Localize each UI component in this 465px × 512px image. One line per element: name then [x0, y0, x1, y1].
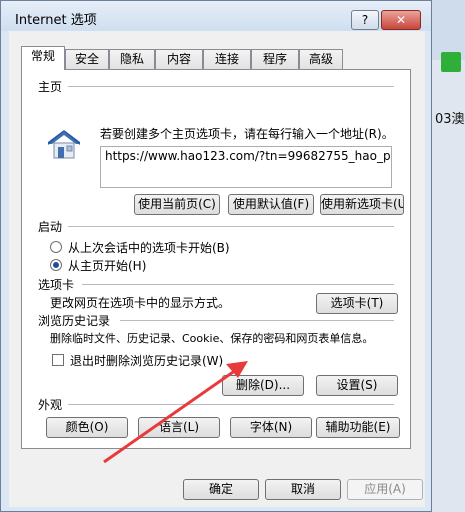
tabs-section-rule	[82, 284, 394, 285]
home-page-title: 主页	[38, 80, 63, 94]
dialog-title: Internet 选项	[15, 13, 97, 28]
tab-security[interactable]: 安全	[65, 49, 109, 69]
tab-general[interactable]: 常规	[21, 46, 65, 70]
tab-privacy[interactable]: 隐私	[109, 49, 155, 69]
background-window: 03澳	[429, 0, 465, 512]
use-current-button[interactable]: 使用当前页(C)	[134, 194, 220, 215]
home-page-instruction: 若要创建多个主页选项卡，请在每行输入一个地址(R)。	[100, 127, 394, 141]
cancel-button[interactable]: 取消	[265, 479, 341, 500]
fonts-button[interactable]: 字体(N)	[230, 417, 312, 438]
history-description: 删除临时文件、历史记录、Cookie、保存的密码和网页表单信息。	[50, 332, 374, 345]
apply-button[interactable]: 应用(A)	[347, 479, 423, 500]
appearance-title: 外观	[38, 398, 63, 412]
colors-button[interactable]: 颜色(O)	[46, 417, 128, 438]
close-button[interactable]: ✕	[381, 10, 421, 30]
tab-advanced[interactable]: 高级	[299, 49, 343, 69]
radio-last-session[interactable]	[50, 241, 62, 253]
ok-button[interactable]: 确定	[183, 479, 259, 500]
tab-programs[interactable]: 程序	[251, 49, 299, 69]
tabs-settings-button[interactable]: 选项卡(T)	[316, 293, 398, 314]
title-bar[interactable]: Internet 选项 ? ✕	[1, 1, 431, 31]
radio-last-session-label[interactable]: 从上次会话中的选项卡开始(B)	[68, 239, 230, 256]
dialog-client: 常规 安全 隐私 内容 连接 程序 高级 主页 若要创建多个主页选项卡，请在每行…	[9, 31, 425, 507]
background-text: 03澳	[435, 112, 465, 127]
help-button[interactable]: ?	[351, 10, 379, 30]
languages-button[interactable]: 语言(L)	[138, 417, 220, 438]
tabs-section-title: 选项卡	[38, 278, 75, 292]
tabs-section-description: 更改网页在选项卡中的显示方式。	[50, 296, 231, 310]
delete-history-button[interactable]: 删除(D)...	[222, 375, 304, 396]
history-rule	[120, 320, 394, 321]
home-page-rule	[68, 86, 394, 87]
history-settings-button[interactable]: 设置(S)	[316, 375, 398, 396]
background-green-icon	[441, 52, 461, 72]
startup-title: 启动	[38, 220, 63, 234]
tab-connections[interactable]: 连接	[203, 49, 251, 69]
delete-on-exit-checkbox[interactable]	[52, 354, 64, 366]
startup-rule	[68, 226, 394, 227]
delete-on-exit-label[interactable]: 退出时删除浏览历史记录(W)	[70, 352, 223, 369]
internet-options-dialog: Internet 选项 ? ✕ 常规 安全 隐私 内容 连接 程序 高级 主页	[0, 0, 432, 512]
radio-home-page[interactable]	[50, 259, 62, 271]
appearance-rule	[68, 404, 394, 405]
general-tab-panel: 主页 若要创建多个主页选项卡，请在每行输入一个地址(R)。 https://ww…	[21, 69, 411, 449]
use-new-tab-button[interactable]: 使用新选项卡(U)	[320, 194, 404, 215]
use-default-button[interactable]: 使用默认值(F)	[228, 194, 314, 215]
background-toolbar	[429, 0, 465, 60]
house-icon	[48, 130, 80, 159]
history-title: 浏览历史记录	[38, 314, 111, 328]
home-page-url-input[interactable]: https://www.hao123.com/?tn=99682755_hao_…	[100, 146, 392, 188]
radio-home-page-label[interactable]: 从主页开始(H)	[68, 257, 146, 274]
tab-content[interactable]: 内容	[155, 49, 203, 69]
accessibility-button[interactable]: 辅助功能(E)	[316, 417, 400, 438]
